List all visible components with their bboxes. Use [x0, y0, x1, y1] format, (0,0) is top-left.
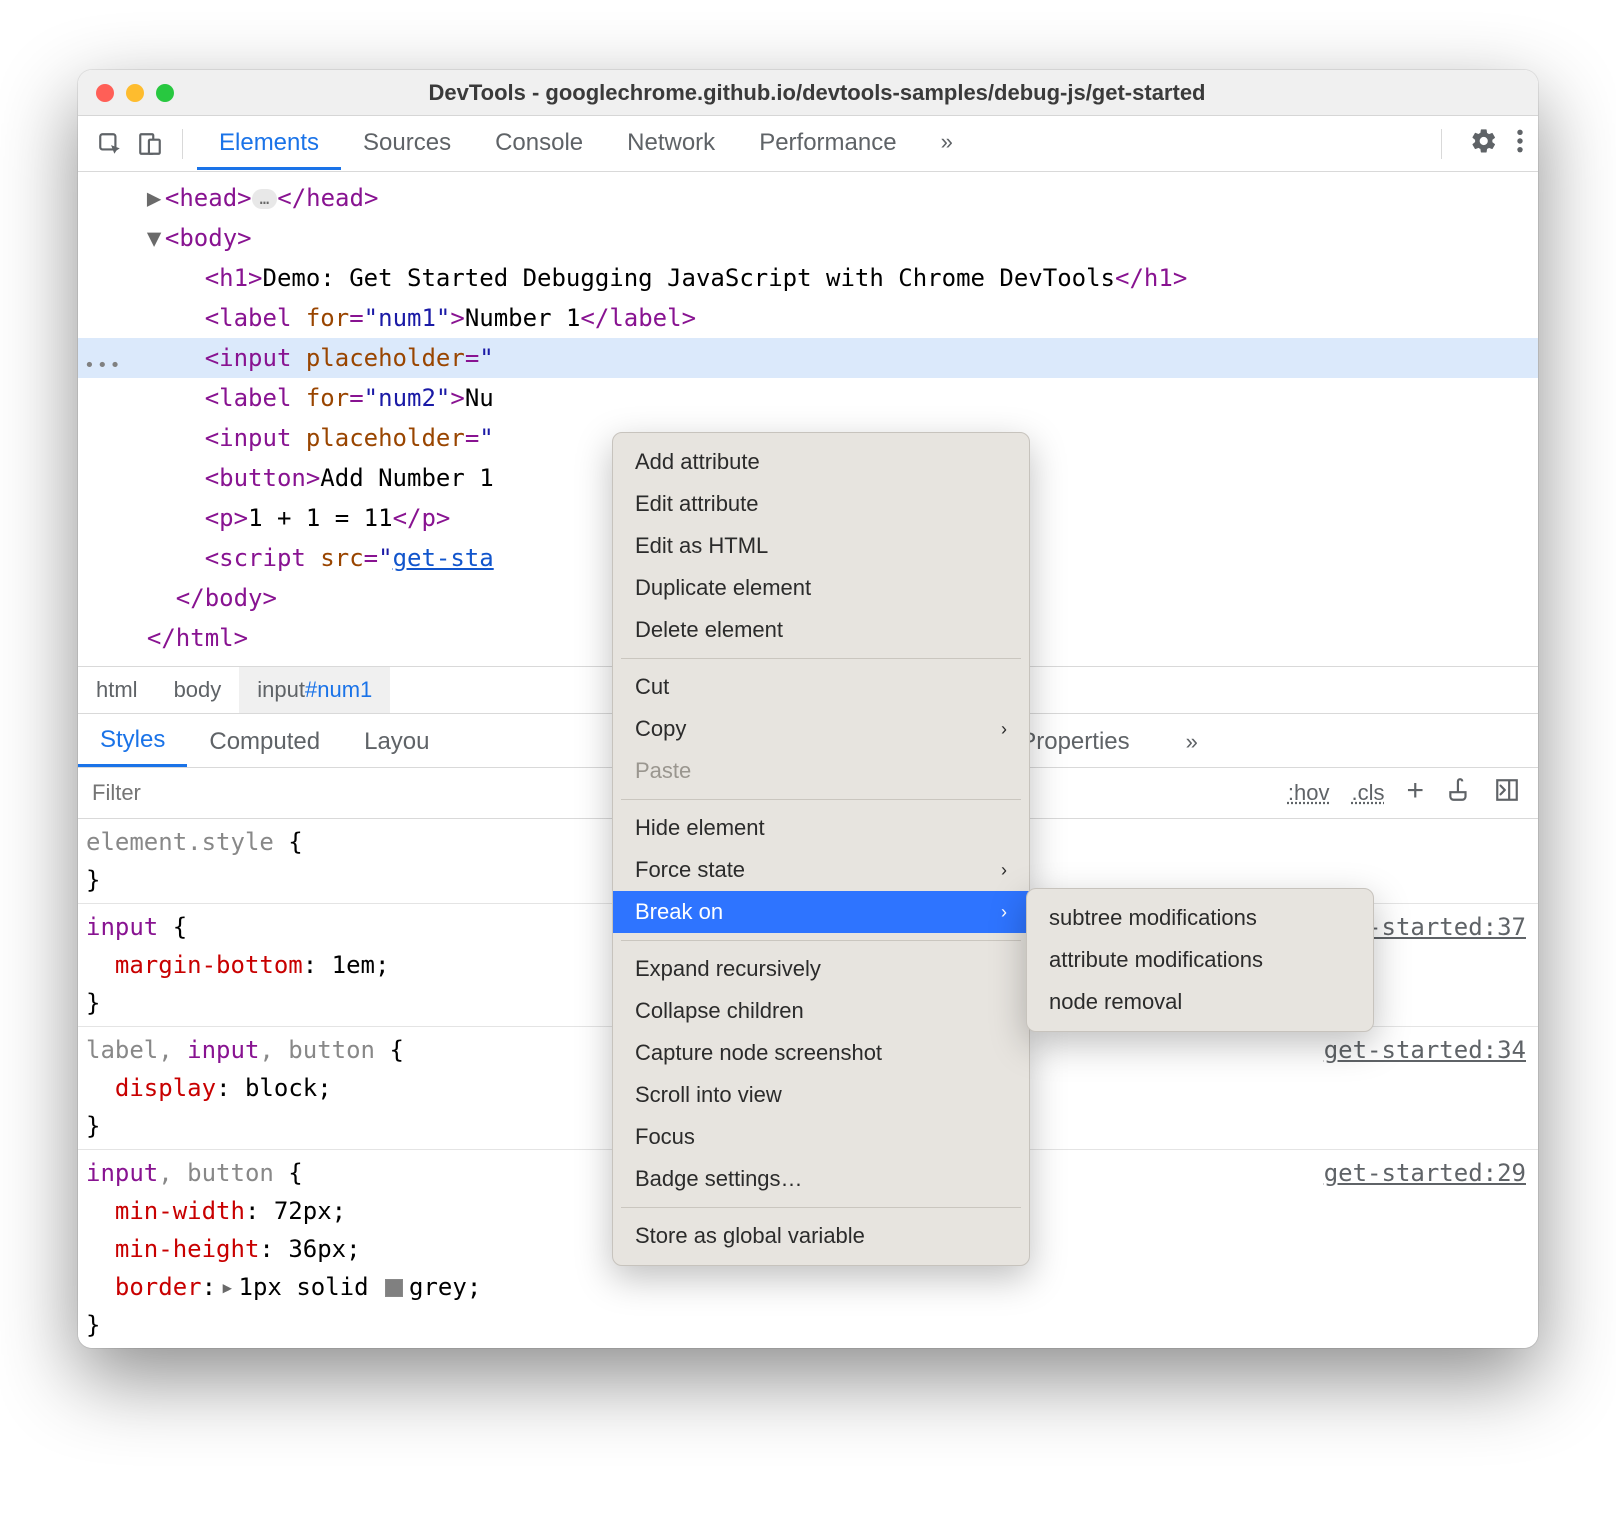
subtab-styles[interactable]: Styles [78, 714, 187, 767]
tabs-overflow-icon[interactable]: » [919, 117, 975, 170]
source-link[interactable]: get-started:34 [1324, 1031, 1526, 1069]
dom-row-label1[interactable]: <label for="num1">Number 1</label> [78, 298, 1538, 338]
filter-right-tools: :hov .cls + [1288, 776, 1538, 810]
ctx-collapse-children[interactable]: Collapse children [613, 990, 1029, 1032]
computed-panel-icon[interactable] [1494, 777, 1520, 809]
main-tabs: Elements Sources Console Network Perform… [197, 117, 975, 170]
paint-brush-icon[interactable] [1446, 777, 1472, 809]
breadcrumb-html[interactable]: html [78, 667, 156, 713]
ctx-duplicate-element[interactable]: Duplicate element [613, 567, 1029, 609]
close-window-button[interactable] [96, 84, 114, 102]
ctx-expand-recursively[interactable]: Expand recursively [613, 948, 1029, 990]
tab-performance[interactable]: Performance [737, 117, 918, 170]
tab-console[interactable]: Console [473, 117, 605, 170]
ctx-separator [621, 1207, 1021, 1208]
devtools-window: DevTools - googlechrome.github.io/devtoo… [78, 70, 1538, 1348]
toolbar-separator [182, 129, 183, 159]
sub-node-removal[interactable]: node removal [1027, 981, 1373, 1023]
more-vert-icon[interactable] [1516, 128, 1524, 159]
toolbar-right [1431, 127, 1524, 160]
ctx-cut[interactable]: Cut [613, 666, 1029, 708]
ctx-force-state[interactable]: Force state› [613, 849, 1029, 891]
toolbar-separator [1441, 129, 1442, 159]
subtab-layout[interactable]: Layou [342, 716, 451, 766]
dom-row-label2[interactable]: <label for="num2">Nu [78, 378, 1538, 418]
ctx-add-attribute[interactable]: Add attribute [613, 441, 1029, 483]
ctx-separator [621, 658, 1021, 659]
tab-network[interactable]: Network [605, 117, 737, 170]
tab-sources[interactable]: Sources [341, 117, 473, 170]
color-swatch-icon[interactable] [385, 1279, 403, 1297]
styles-filter-input[interactable] [78, 768, 408, 818]
settings-gear-icon[interactable] [1470, 127, 1498, 160]
chevron-right-icon: › [1001, 860, 1007, 881]
ctx-break-on[interactable]: Break on› [613, 891, 1029, 933]
chevron-right-icon: › [1001, 902, 1007, 923]
ctx-paste: Paste [613, 750, 1029, 792]
ctx-scroll-into-view[interactable]: Scroll into view [613, 1074, 1029, 1116]
device-toolbar-icon[interactable] [132, 126, 168, 162]
hov-toggle[interactable]: :hov [1288, 780, 1330, 806]
context-menu: Add attribute Edit attribute Edit as HTM… [612, 432, 1030, 1266]
inspect-element-icon[interactable] [92, 126, 128, 162]
ctx-edit-attribute[interactable]: Edit attribute [613, 483, 1029, 525]
ctx-copy[interactable]: Copy› [613, 708, 1029, 750]
dom-row-input-selected[interactable]: <input placeholder=" [78, 338, 1538, 378]
main-toolbar: Elements Sources Console Network Perform… [78, 116, 1538, 172]
new-style-rule-icon[interactable]: + [1406, 774, 1424, 808]
ctx-store-global[interactable]: Store as global variable [613, 1215, 1029, 1257]
expand-triangle-icon[interactable]: ▸ [220, 1273, 234, 1301]
window-title: DevTools - googlechrome.github.io/devtoo… [114, 80, 1520, 106]
tab-elements[interactable]: Elements [197, 117, 341, 170]
ctx-separator [621, 799, 1021, 800]
ctx-hide-element[interactable]: Hide element [613, 807, 1029, 849]
ctx-badge-settings[interactable]: Badge settings… [613, 1158, 1029, 1200]
dom-row-h1[interactable]: <h1>Demo: Get Started Debugging JavaScri… [78, 258, 1538, 298]
ellipsis-icon[interactable]: … [252, 189, 278, 209]
sub-attribute-modifications[interactable]: attribute modifications [1027, 939, 1373, 981]
source-link[interactable]: get-started:29 [1324, 1154, 1526, 1192]
sub-subtree-modifications[interactable]: subtree modifications [1027, 897, 1373, 939]
chevron-right-icon: › [1001, 719, 1007, 740]
subtab-computed[interactable]: Computed [187, 716, 342, 766]
ctx-edit-as-html[interactable]: Edit as HTML [613, 525, 1029, 567]
break-on-submenu: subtree modifications attribute modifica… [1026, 888, 1374, 1032]
dom-row-body[interactable]: ▼<body> [78, 218, 1538, 258]
dom-row-head[interactable]: ▶<head>…</head> [78, 178, 1538, 218]
ctx-capture-screenshot[interactable]: Capture node screenshot [613, 1032, 1029, 1074]
titlebar: DevTools - googlechrome.github.io/devtoo… [78, 70, 1538, 116]
cls-toggle[interactable]: .cls [1351, 780, 1384, 806]
ctx-delete-element[interactable]: Delete element [613, 609, 1029, 651]
breadcrumb-body[interactable]: body [156, 667, 240, 713]
subtabs-overflow-icon[interactable]: » [1164, 717, 1220, 765]
ctx-separator [621, 940, 1021, 941]
ctx-focus[interactable]: Focus [613, 1116, 1029, 1158]
breadcrumb-input[interactable]: input#num1 [239, 667, 390, 713]
